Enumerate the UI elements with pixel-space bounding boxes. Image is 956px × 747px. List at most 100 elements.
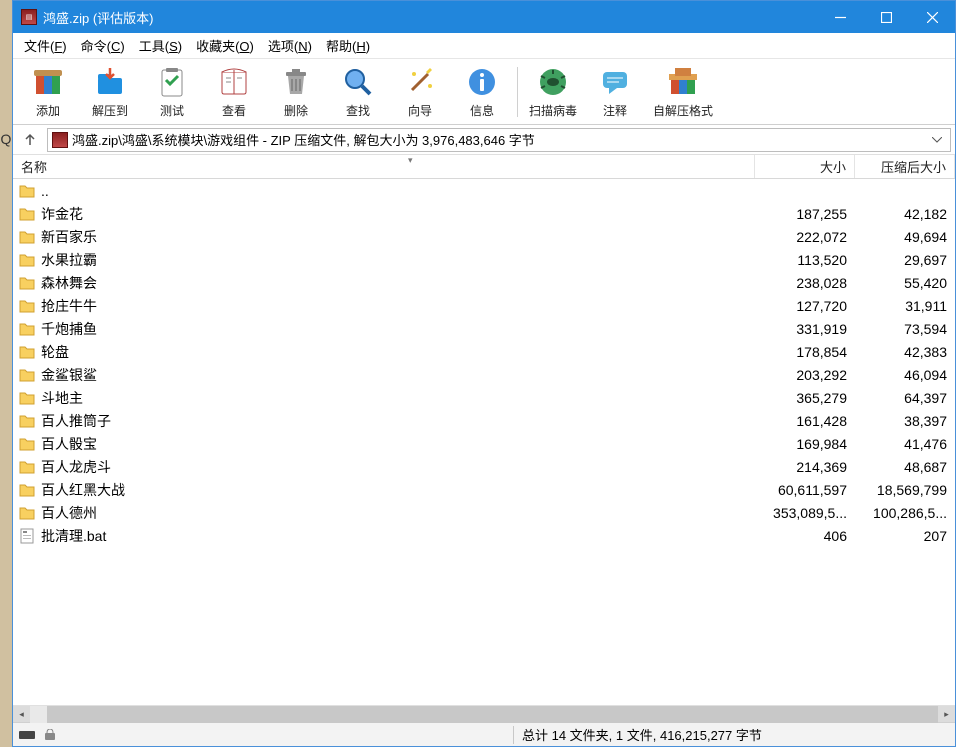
file-name: 批清理.bat	[41, 526, 106, 546]
sfx-button[interactable]: 自解压格式	[646, 61, 720, 123]
scroll-right-icon[interactable]: ▸	[938, 706, 955, 723]
hscrollbar[interactable]: ◂ ▸	[13, 705, 955, 722]
menu-tools[interactable]: 工具(S)	[132, 34, 189, 57]
file-name: ..	[41, 183, 49, 199]
file-size: 331,919	[755, 321, 855, 337]
file-csize: 38,397	[855, 413, 955, 429]
file-size: 169,984	[755, 436, 855, 452]
comment-button[interactable]: 注释	[584, 61, 646, 123]
find-icon	[340, 64, 376, 100]
menu-commands[interactable]: 命令(C)	[74, 34, 132, 57]
menu-options[interactable]: 选项(N)	[261, 34, 319, 57]
list-item[interactable]: 诈金花 187,25542,182	[13, 202, 955, 225]
file-csize: 64,397	[855, 390, 955, 406]
archive-icon	[52, 132, 68, 148]
file-csize: 31,911	[855, 298, 955, 314]
lock-icon	[41, 729, 59, 741]
col-csize[interactable]: 压缩后大小	[855, 155, 955, 178]
file-size: 113,520	[755, 252, 855, 268]
path-box[interactable]: 鸿盛.zip\鸿盛\系统模块\游戏组件 - ZIP 压缩文件, 解包大小为 3,…	[47, 128, 951, 152]
file-size: 127,720	[755, 298, 855, 314]
file-size: 365,279	[755, 390, 855, 406]
file-size: 178,854	[755, 344, 855, 360]
view-button[interactable]: 查看	[203, 61, 265, 123]
file-name: 千炮捕鱼	[41, 319, 97, 339]
list-item[interactable]: 抢庄牛牛127,72031,911	[13, 294, 955, 317]
wizard-button[interactable]: 向导	[389, 61, 451, 123]
file-name: 水果拉霸	[41, 250, 97, 270]
file-size: 187,255	[755, 206, 855, 222]
menu-file[interactable]: 文件(F)	[17, 34, 74, 57]
menu-favorites[interactable]: 收藏夹(O)	[189, 34, 261, 57]
file-csize: 41,476	[855, 436, 955, 452]
col-name[interactable]: 名称	[13, 155, 755, 178]
file-size: 60,611,597	[755, 482, 855, 498]
scroll-left-icon[interactable]: ◂	[13, 706, 30, 723]
col-size[interactable]: 大小	[755, 155, 855, 178]
file-csize: 55,420	[855, 275, 955, 291]
file-csize: 42,182	[855, 206, 955, 222]
pathbar: 鸿盛.zip\鸿盛\系统模块\游戏组件 - ZIP 压缩文件, 解包大小为 3,…	[13, 125, 955, 155]
file-csize: 42,383	[855, 344, 955, 360]
background-sliver: Q	[0, 0, 12, 747]
list-item[interactable]: 百人骰宝169,98441,476	[13, 432, 955, 455]
list-item[interactable]: 百人龙虎斗214,36948,687	[13, 455, 955, 478]
up-button[interactable]	[17, 128, 43, 152]
file-name: 森林舞会	[41, 273, 97, 293]
file-size: 353,089,5...	[755, 505, 855, 521]
file-csize: 100,286,5...	[855, 505, 955, 521]
list-item[interactable]: 水果拉霸 113,52029,697	[13, 248, 955, 271]
info-button[interactable]: 信息	[451, 61, 513, 123]
scroll-thumb[interactable]	[47, 706, 938, 723]
list-item[interactable]: 新百家乐222,07249,694	[13, 225, 955, 248]
delete-icon	[278, 64, 314, 100]
minimize-button[interactable]	[817, 1, 863, 33]
add-button[interactable]: 添加	[17, 61, 79, 123]
app-icon: ▤	[21, 9, 37, 25]
file-csize: 18,569,799	[855, 482, 955, 498]
list-item[interactable]: 轮盘178,85442,383	[13, 340, 955, 363]
close-button[interactable]	[909, 1, 955, 33]
list-item[interactable]: 百人德州353,089,5...100,286,5...	[13, 501, 955, 524]
list-item[interactable]: 森林舞会 238,02855,420	[13, 271, 955, 294]
winrar-window: ▤ 鸿盛.zip (评估版本) 文件(F) 命令(C) 工具(S) 收藏夹(O)…	[12, 0, 956, 747]
file-name: 斗地主	[41, 388, 83, 408]
test-button[interactable]: 测试	[141, 61, 203, 123]
list-item[interactable]: 批清理.bat 406207	[13, 524, 955, 547]
virusscan-button[interactable]: 扫描病毒	[522, 61, 584, 123]
list-item[interactable]: 百人推筒子 161,42838,397	[13, 409, 955, 432]
file-name: 诈金花	[41, 204, 83, 224]
titlebar[interactable]: ▤ 鸿盛.zip (评估版本)	[13, 1, 955, 33]
statusbar: 总计 14 文件夹, 1 文件, 416,215,277 字节	[13, 722, 955, 746]
list-item[interactable]: 斗地主 365,27964,397	[13, 386, 955, 409]
file-size: 238,028	[755, 275, 855, 291]
file-size: 203,292	[755, 367, 855, 383]
file-csize: 207	[855, 528, 955, 544]
wizard-icon	[402, 64, 438, 100]
file-size: 214,369	[755, 459, 855, 475]
delete-button[interactable]: 删除	[265, 61, 327, 123]
toolbar-separator	[517, 67, 518, 117]
toolbar: 添加 解压到 测试 查看 删除 查找 向导 信息	[13, 59, 955, 125]
scroll-track[interactable]	[30, 706, 938, 723]
window-title: 鸿盛.zip (评估版本)	[43, 8, 817, 27]
list-item[interactable]: 千炮捕鱼331,91973,594	[13, 317, 955, 340]
menubar: 文件(F) 命令(C) 工具(S) 收藏夹(O) 选项(N) 帮助(H)	[13, 33, 955, 59]
sfx-icon	[665, 64, 701, 100]
column-header: 名称 ▾ 大小 压缩后大小	[13, 155, 955, 179]
file-csize: 29,697	[855, 252, 955, 268]
file-list[interactable]: .. 诈金花 187,25542,182 新百家乐222,07249,694水果拉霸 1…	[13, 179, 955, 705]
status-left	[13, 729, 513, 741]
file-size: 161,428	[755, 413, 855, 429]
path-dropdown-icon[interactable]	[928, 137, 946, 143]
find-button[interactable]: 查找	[327, 61, 389, 123]
extract-button[interactable]: 解压到	[79, 61, 141, 123]
list-item[interactable]: 百人红黑大战60,611,59718,569,799	[13, 478, 955, 501]
comment-icon	[597, 64, 633, 100]
maximize-button[interactable]	[863, 1, 909, 33]
list-item[interactable]: 金鲨银鲨203,29246,094	[13, 363, 955, 386]
menu-help[interactable]: 帮助(H)	[319, 34, 377, 57]
list-item[interactable]: ..	[13, 179, 955, 202]
file-size: 406	[755, 528, 855, 544]
file-name: 百人推筒子	[41, 411, 111, 431]
